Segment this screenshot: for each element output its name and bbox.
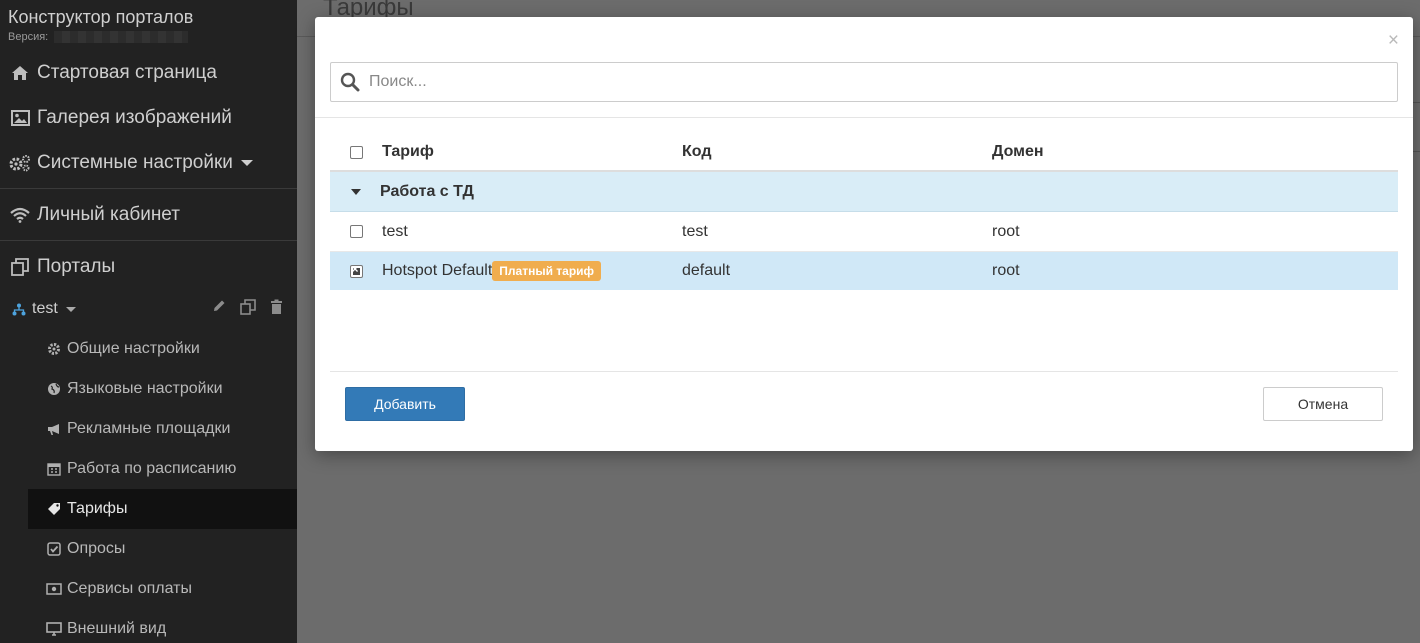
tariff-code: test bbox=[682, 222, 708, 240]
tariff-code: default bbox=[682, 262, 731, 279]
cogs-icon bbox=[9, 154, 31, 172]
tariff-domain: root bbox=[992, 262, 1020, 279]
tariff-table: Тариф Код Домен Работа с ТД test test ro… bbox=[330, 134, 1398, 290]
bullhorn-icon bbox=[46, 423, 62, 436]
check-square-icon bbox=[46, 542, 62, 556]
sub-item-label: Внешний вид bbox=[67, 620, 167, 637]
nav-personal-cabinet[interactable]: Личный кабинет bbox=[0, 192, 297, 237]
divider bbox=[330, 371, 1398, 372]
gear-icon bbox=[46, 342, 62, 356]
portal-item-test[interactable]: test bbox=[0, 289, 297, 329]
add-button[interactable]: Добавить bbox=[345, 387, 465, 421]
sub-item-label: Сервисы оплаты bbox=[67, 580, 193, 597]
sub-item-appearance[interactable]: Внешний вид bbox=[0, 609, 297, 643]
calendar-icon bbox=[46, 462, 62, 476]
search-icon bbox=[331, 72, 369, 92]
brand-title[interactable]: Конструктор порталов bbox=[8, 6, 289, 28]
caret-down-icon[interactable] bbox=[351, 188, 361, 195]
version-label: Версия: bbox=[8, 31, 49, 43]
monitor-icon bbox=[46, 622, 62, 636]
search-input[interactable] bbox=[369, 63, 1397, 101]
wifi-icon bbox=[9, 207, 31, 223]
sub-item-label: Языковые настройки bbox=[67, 380, 223, 397]
sub-item-ad-placements[interactable]: Рекламные площадки bbox=[0, 409, 297, 449]
sub-item-label: Рекламные площадки bbox=[67, 420, 231, 437]
tag-icon bbox=[46, 502, 62, 517]
globe-icon bbox=[46, 382, 62, 396]
nav-portals[interactable]: Порталы bbox=[0, 244, 297, 289]
tariff-domain: root bbox=[992, 222, 1020, 240]
cancel-button[interactable]: Отмена bbox=[1263, 387, 1383, 421]
column-header-domain[interactable]: Домен bbox=[992, 143, 1398, 161]
tariff-name: Hotspot Default bbox=[382, 262, 493, 279]
copy-icon[interactable] bbox=[240, 299, 256, 319]
sub-item-label: Тарифы bbox=[67, 500, 128, 517]
pencil-icon[interactable] bbox=[212, 299, 226, 319]
portal-name: test bbox=[32, 300, 58, 317]
copy-icon bbox=[9, 257, 31, 276]
sitemap-icon bbox=[12, 303, 28, 316]
brand: Конструктор порталов Версия: bbox=[0, 0, 297, 50]
sub-item-language-settings[interactable]: Языковые настройки bbox=[0, 369, 297, 409]
nav-portals-label: Порталы bbox=[37, 255, 116, 277]
trash-icon[interactable] bbox=[270, 299, 283, 319]
sub-item-label: Опросы bbox=[67, 540, 126, 557]
version-value-masked bbox=[54, 31, 189, 43]
divider bbox=[0, 188, 297, 189]
table-row[interactable]: Hotspot Default Платный тариф default ro… bbox=[330, 252, 1398, 290]
sub-item-general-settings[interactable]: Общие настройки bbox=[0, 329, 297, 369]
group-row[interactable]: Работа с ТД bbox=[330, 172, 1398, 212]
nav-image-gallery[interactable]: Галерея изображений bbox=[0, 95, 297, 140]
nav-start-page-label: Стартовая страница bbox=[37, 61, 217, 83]
divider bbox=[0, 240, 297, 241]
tariff-name: test bbox=[382, 222, 408, 240]
tariff-picker-modal: × Тариф Код Домен Работа с ТД test test … bbox=[315, 17, 1413, 451]
nav-system-settings-label: Системные настройки bbox=[37, 151, 233, 173]
nav-image-gallery-label: Галерея изображений bbox=[37, 106, 232, 128]
home-icon bbox=[9, 65, 31, 81]
chevron-down-icon bbox=[240, 159, 253, 166]
version-info: Версия: bbox=[8, 31, 289, 43]
money-icon bbox=[46, 583, 62, 595]
select-all-checkbox[interactable] bbox=[349, 145, 363, 159]
sub-item-tariffs[interactable]: Тарифы bbox=[28, 489, 297, 529]
row-checkbox-checked[interactable] bbox=[349, 262, 363, 278]
divider bbox=[315, 117, 1413, 118]
sub-item-label: Работа по расписанию bbox=[67, 460, 237, 477]
portal-tools bbox=[212, 299, 297, 319]
sub-item-payment-services[interactable]: Сервисы оплаты bbox=[0, 569, 297, 609]
table-row[interactable]: test test root bbox=[330, 212, 1398, 252]
row-checkbox[interactable] bbox=[349, 225, 363, 238]
paid-tariff-badge: Платный тариф bbox=[492, 261, 602, 281]
nav-personal-cabinet-label: Личный кабинет bbox=[37, 203, 180, 225]
sidebar: Конструктор порталов Версия: Стартовая с… bbox=[0, 0, 297, 643]
image-icon bbox=[9, 109, 31, 126]
chevron-down-icon[interactable] bbox=[65, 306, 76, 312]
nav-start-page[interactable]: Стартовая страница bbox=[0, 50, 297, 95]
background-table-edge bbox=[1412, 102, 1420, 152]
close-icon[interactable]: × bbox=[1388, 31, 1399, 50]
nav-system-settings[interactable]: Системные настройки bbox=[0, 140, 297, 185]
sub-item-label: Общие настройки bbox=[67, 340, 200, 357]
sub-item-surveys[interactable]: Опросы bbox=[0, 529, 297, 569]
column-header-code[interactable]: Код bbox=[682, 143, 992, 161]
column-header-tariff[interactable]: Тариф bbox=[382, 143, 682, 161]
group-label: Работа с ТД bbox=[380, 182, 474, 200]
search-box bbox=[330, 62, 1398, 102]
sub-item-schedule[interactable]: Работа по расписанию bbox=[0, 449, 297, 489]
table-header: Тариф Код Домен bbox=[330, 134, 1398, 172]
